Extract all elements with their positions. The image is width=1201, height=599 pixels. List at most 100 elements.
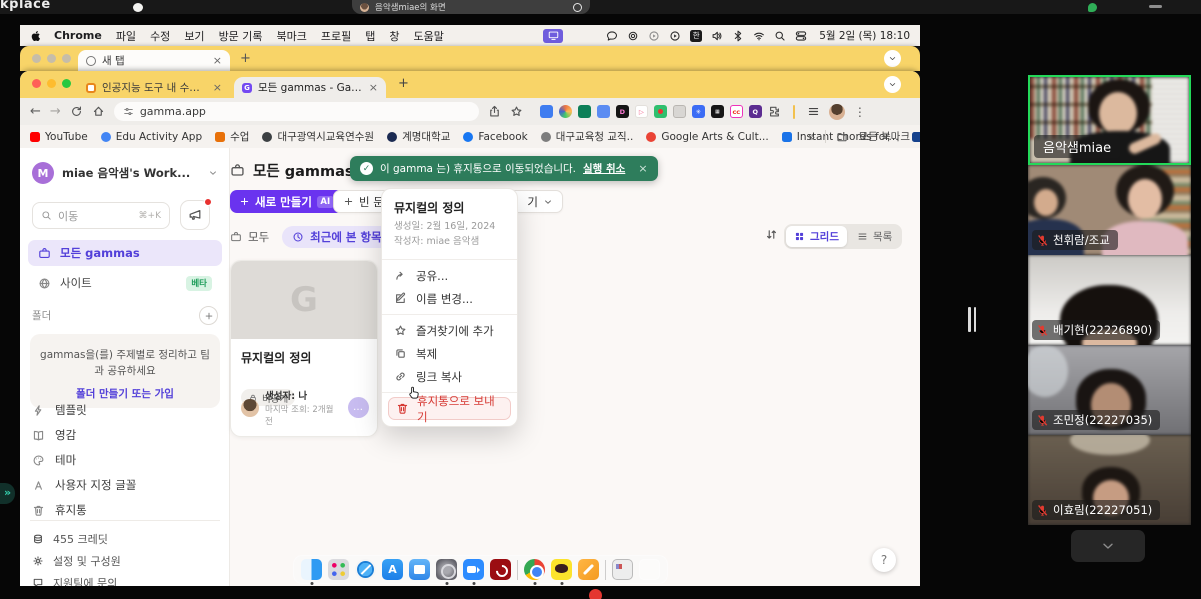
- dock-chrome-icon[interactable]: [524, 559, 545, 580]
- menu-app-name[interactable]: Chrome: [54, 29, 102, 42]
- extension-q-icon[interactable]: Q: [749, 105, 762, 118]
- workspace-switcher[interactable]: M miae 음악샘's Work...: [32, 162, 218, 184]
- sidebar-item-support[interactable]: 지원팀에 문의: [32, 574, 218, 586]
- menu-item[interactable]: 북마크: [277, 28, 307, 44]
- menu-item[interactable]: 방문 기록: [219, 28, 263, 44]
- dock-books-icon[interactable]: [409, 559, 430, 580]
- sidebar-item-templates[interactable]: 템플릿: [32, 400, 218, 420]
- traffic-light-minimize[interactable]: [47, 79, 56, 88]
- bluetooth-icon[interactable]: [732, 30, 744, 42]
- bookmark-item[interactable]: 수업: [215, 129, 249, 144]
- tab-close-icon[interactable]: ×: [213, 82, 222, 93]
- dock-zoom-icon[interactable]: [463, 559, 484, 580]
- tab-close-icon[interactable]: ×: [213, 55, 222, 66]
- bookmark-item[interactable]: YouTube: [30, 131, 88, 143]
- menu-item-favorite[interactable]: 즐겨찾기에 추가: [382, 319, 517, 342]
- add-folder-button[interactable]: [199, 306, 218, 325]
- menu-item-duplicate[interactable]: 복제: [382, 342, 517, 365]
- back-button[interactable]: ←: [30, 105, 41, 118]
- address-bar[interactable]: gamma.app: [114, 102, 479, 121]
- background-browser-window[interactable]: 새 탭 × +: [20, 46, 920, 71]
- chat-bubble-icon[interactable]: [606, 30, 618, 42]
- participant-video-2[interactable]: 천휘람/조교: [1028, 165, 1191, 255]
- sidebar-item-trash[interactable]: 휴지통: [32, 500, 218, 520]
- sidebar-item-all-gammas[interactable]: 모든 gammas: [28, 240, 222, 266]
- filter-recently-viewed[interactable]: 최근에 본 항목: [282, 226, 392, 248]
- play-circle-icon[interactable]: [648, 30, 660, 42]
- extension-qr-icon[interactable]: ▦: [711, 105, 724, 118]
- dock-system-settings-icon[interactable]: [436, 559, 457, 580]
- traffic-light-zoom[interactable]: [62, 79, 71, 88]
- tab-search-chevron[interactable]: [884, 50, 901, 67]
- bookmark-item[interactable]: Facebook: [463, 131, 527, 143]
- menu-item-copy-link[interactable]: 링크 복사: [382, 365, 517, 388]
- menu-bar-clock[interactable]: 5월 2일 (목) 18:10: [819, 28, 910, 43]
- participant-video-3[interactable]: 배기현(22226890): [1028, 255, 1191, 345]
- apple-logo-icon[interactable]: [30, 30, 42, 42]
- bookmark-item[interactable]: 대구광역시교육연수원: [262, 129, 374, 144]
- list-view-button[interactable]: 목록: [849, 226, 900, 247]
- card-more-button[interactable]: …: [348, 397, 369, 418]
- menu-item[interactable]: 도움말: [414, 28, 444, 44]
- participant-video-1[interactable]: 음악샘miae: [1028, 75, 1191, 165]
- bookmark-item[interactable]: 대구교육청 교직..: [541, 129, 634, 144]
- extension-pink-icon[interactable]: ▷: [635, 105, 648, 118]
- extension-keyboard-icon[interactable]: [673, 105, 686, 118]
- announcements-button[interactable]: [180, 200, 210, 230]
- extension-translate-icon[interactable]: [540, 105, 553, 118]
- extension-green-icon[interactable]: [578, 105, 591, 118]
- extension-grid-icon[interactable]: [597, 105, 610, 118]
- extension-snowflake-icon[interactable]: ✳: [692, 105, 705, 118]
- menu-item[interactable]: 탭: [365, 28, 375, 44]
- bookmark-star-icon[interactable]: [510, 105, 523, 118]
- extension-camera-icon[interactable]: [654, 105, 667, 118]
- help-button[interactable]: ?: [872, 548, 896, 572]
- dock-screenshot-window-icon[interactable]: [612, 559, 633, 580]
- bookmark-item[interactable]: 계명대학교: [387, 129, 450, 144]
- menu-item-send-to-trash[interactable]: 휴지통으로 보내기: [388, 397, 511, 420]
- reload-button[interactable]: [70, 105, 83, 118]
- extension-d-icon[interactable]: D: [616, 105, 629, 118]
- more-participants-button[interactable]: [1071, 530, 1145, 562]
- dock-launchpad-icon[interactable]: [328, 559, 349, 580]
- traffic-light-close[interactable]: [32, 79, 41, 88]
- filter-all[interactable]: 모두: [230, 229, 269, 245]
- sidebar-item-inspiration[interactable]: 영감: [32, 425, 218, 445]
- tab-ai-tools[interactable]: 인공지능 도구 내 수업에 적용하기 ×: [78, 77, 230, 98]
- dock-finder-icon[interactable]: [301, 559, 322, 580]
- screen-share-indicator-icon[interactable]: [543, 29, 563, 43]
- menu-item[interactable]: 수정: [150, 28, 170, 44]
- menu-item[interactable]: 파일: [116, 28, 136, 44]
- traffic-light-zoom[interactable]: [62, 54, 71, 63]
- profile-avatar[interactable]: [829, 104, 845, 120]
- stop-share-icon[interactable]: [573, 3, 582, 12]
- share-page-icon[interactable]: [488, 105, 501, 118]
- sidebar-item-credits[interactable]: 455 크레딧: [32, 530, 218, 548]
- bookmark-item[interactable]: Instant chords for...: [782, 131, 899, 143]
- bookmark-item[interactable]: Google Arts & Cult...: [646, 131, 768, 143]
- dock-acrobat-icon[interactable]: [490, 559, 511, 580]
- bookmark-item[interactable]: Edu Activity App: [101, 131, 202, 143]
- participant-video-4[interactable]: 조민정(22227035): [1028, 345, 1191, 435]
- create-new-button[interactable]: 새로 만들기 AI: [230, 190, 343, 213]
- menu-item[interactable]: 프로필: [321, 28, 351, 44]
- browser-menu-icon[interactable]: ⋮: [854, 105, 866, 119]
- menu-item-share[interactable]: 공유...: [382, 264, 517, 287]
- forward-button[interactable]: →: [50, 105, 61, 118]
- sort-icon[interactable]: [765, 228, 778, 241]
- sidebar-collapse-toggle[interactable]: »: [0, 483, 15, 504]
- extension-cc-icon[interactable]: cc: [730, 105, 743, 118]
- sidebar-item-sites[interactable]: 사이트 베타: [28, 270, 222, 296]
- dock-safari-icon[interactable]: [355, 559, 376, 580]
- tab-close-icon[interactable]: ×: [369, 82, 378, 93]
- tab-gamma-active[interactable]: G 모든 gammas - Gamma ×: [234, 77, 386, 98]
- undo-link[interactable]: 실행 취소: [583, 161, 625, 176]
- toast-close-icon[interactable]: ×: [638, 162, 647, 175]
- menu-item[interactable]: 창: [389, 28, 399, 44]
- background-tab[interactable]: 새 탭 ×: [78, 50, 230, 71]
- menu-item[interactable]: 보기: [184, 28, 204, 44]
- play-circle-dark-icon[interactable]: [669, 30, 681, 42]
- extensions-puzzle-icon[interactable]: [768, 105, 781, 118]
- create-folder-link[interactable]: 폴더 만들기 또는 가입: [40, 386, 210, 401]
- site-settings-icon[interactable]: [123, 106, 134, 117]
